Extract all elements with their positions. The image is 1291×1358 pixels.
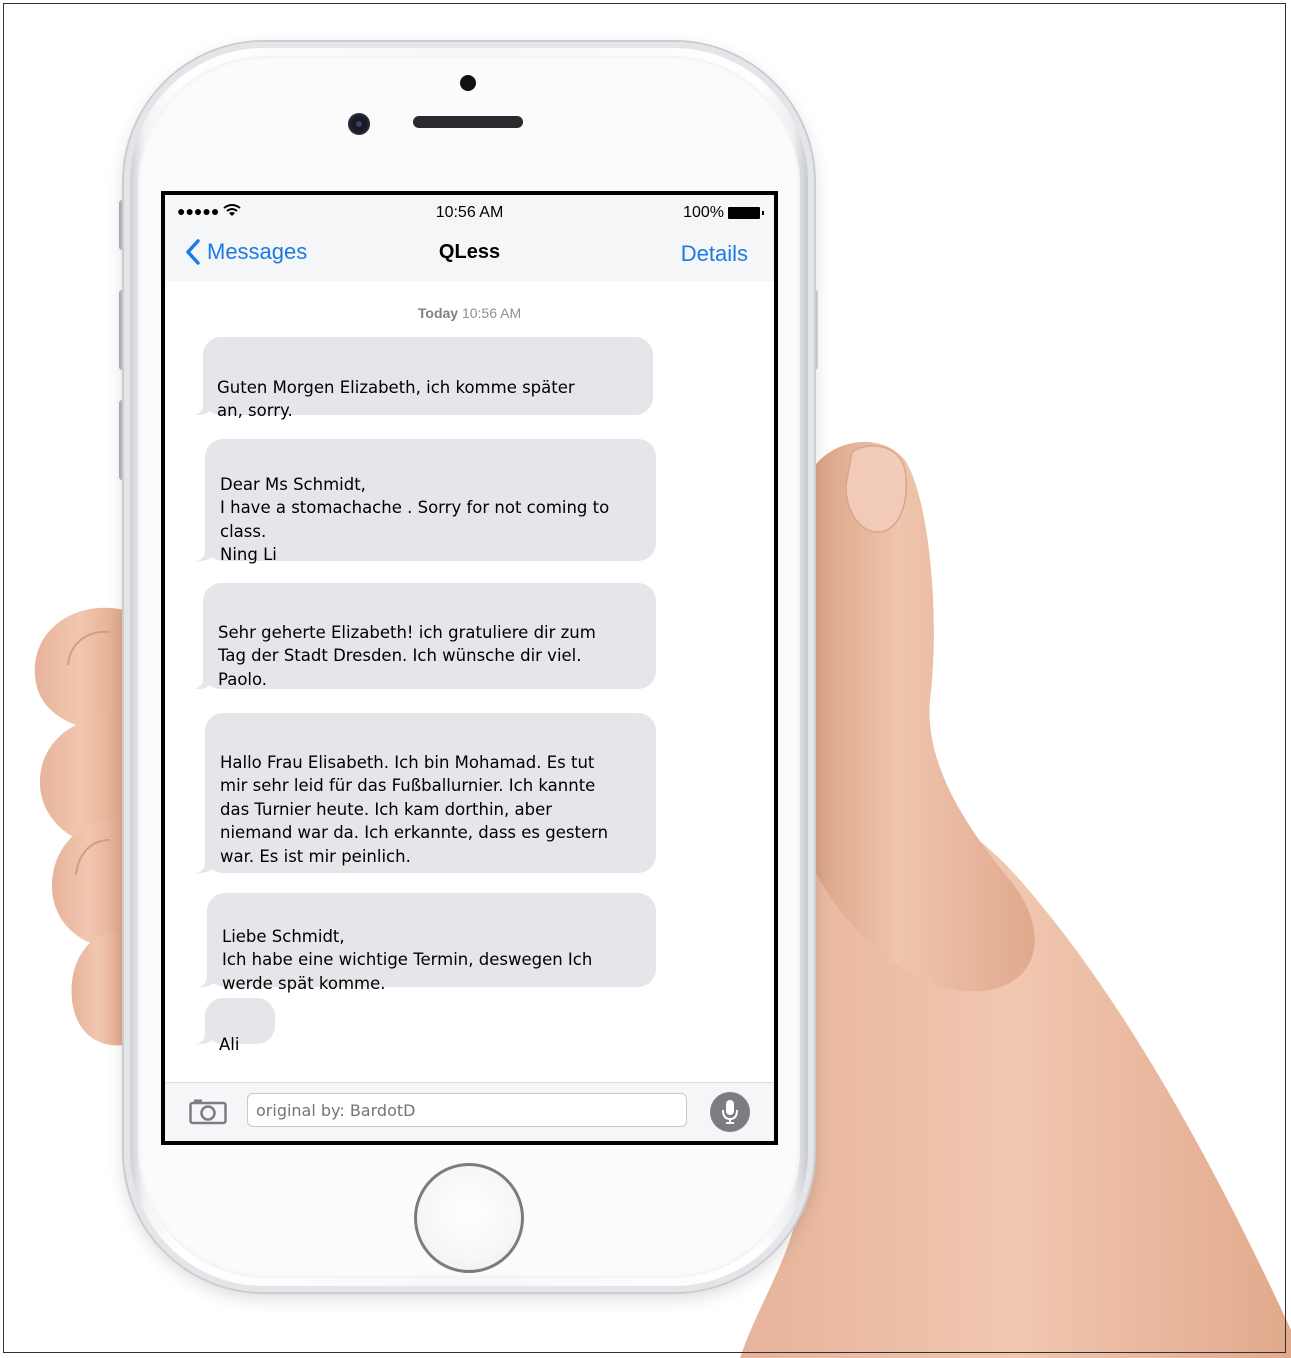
thumb-shape (808, 441, 1035, 992)
camera-icon (189, 1099, 227, 1125)
message-bubble[interactable]: Sehr geherte Elizabeth! ich gratuliere d… (191, 583, 656, 689)
timestamp-header: Today 10:56 AM (165, 305, 774, 321)
details-button[interactable]: Details (681, 241, 748, 267)
front-camera-icon (348, 113, 370, 135)
message-text: Guten Morgen Elizabeth, ich komme später… (217, 377, 575, 421)
thumbnail-shape (845, 445, 907, 533)
phone-screen: ●●●●● 10:56 AM 100% Messages QLess Detai… (161, 191, 778, 1145)
message-list: Today 10:56 AM Guten Morgen Elizabeth, i… (165, 281, 774, 1083)
home-button[interactable] (414, 1163, 524, 1273)
battery-percent: 100% (683, 204, 724, 221)
proximity-sensor (460, 75, 476, 91)
message-bubble[interactable]: Liebe Schmidt, Ich habe eine wichtige Te… (195, 893, 656, 993)
message-bubble[interactable]: Guten Morgen Elizabeth, ich komme später… (191, 337, 653, 420)
message-bubble[interactable]: Hallo Frau Elisabeth. Ich bin Mohamad. E… (193, 713, 656, 873)
message-text: Sehr geherte Elizabeth! ich gratuliere d… (218, 622, 596, 689)
message-bubble[interactable]: Dear Ms Schmidt, I have a stomachache . … (193, 439, 656, 564)
battery-icon (728, 207, 764, 219)
message-text: Hallo Frau Elisabeth. Ich bin Mohamad. E… (220, 752, 609, 866)
finger-1 (34, 607, 124, 735)
navigation-bar: Messages QLess Details (165, 229, 774, 282)
camera-button[interactable] (189, 1097, 227, 1130)
microphone-icon (722, 1100, 738, 1124)
timestamp-time: 10:56 AM (461, 305, 522, 321)
battery-indicator: 100% (683, 204, 764, 222)
message-bubble[interactable]: Ali (193, 998, 275, 1054)
message-text: Dear Ms Schmidt, I have a stomachache . … (220, 474, 610, 565)
message-input-bar (165, 1082, 774, 1141)
microphone-button[interactable] (710, 1092, 750, 1132)
earpiece-speaker (413, 116, 523, 128)
message-text: Liebe Schmidt, Ich habe eine wichtige Te… (222, 926, 593, 993)
message-input[interactable] (247, 1093, 687, 1127)
status-bar: ●●●●● 10:56 AM 100% (165, 195, 774, 229)
timestamp-day: Today (417, 305, 459, 321)
message-text: Ali (219, 1034, 240, 1054)
finger-4 (71, 930, 124, 1046)
finger-3 (51, 819, 124, 950)
